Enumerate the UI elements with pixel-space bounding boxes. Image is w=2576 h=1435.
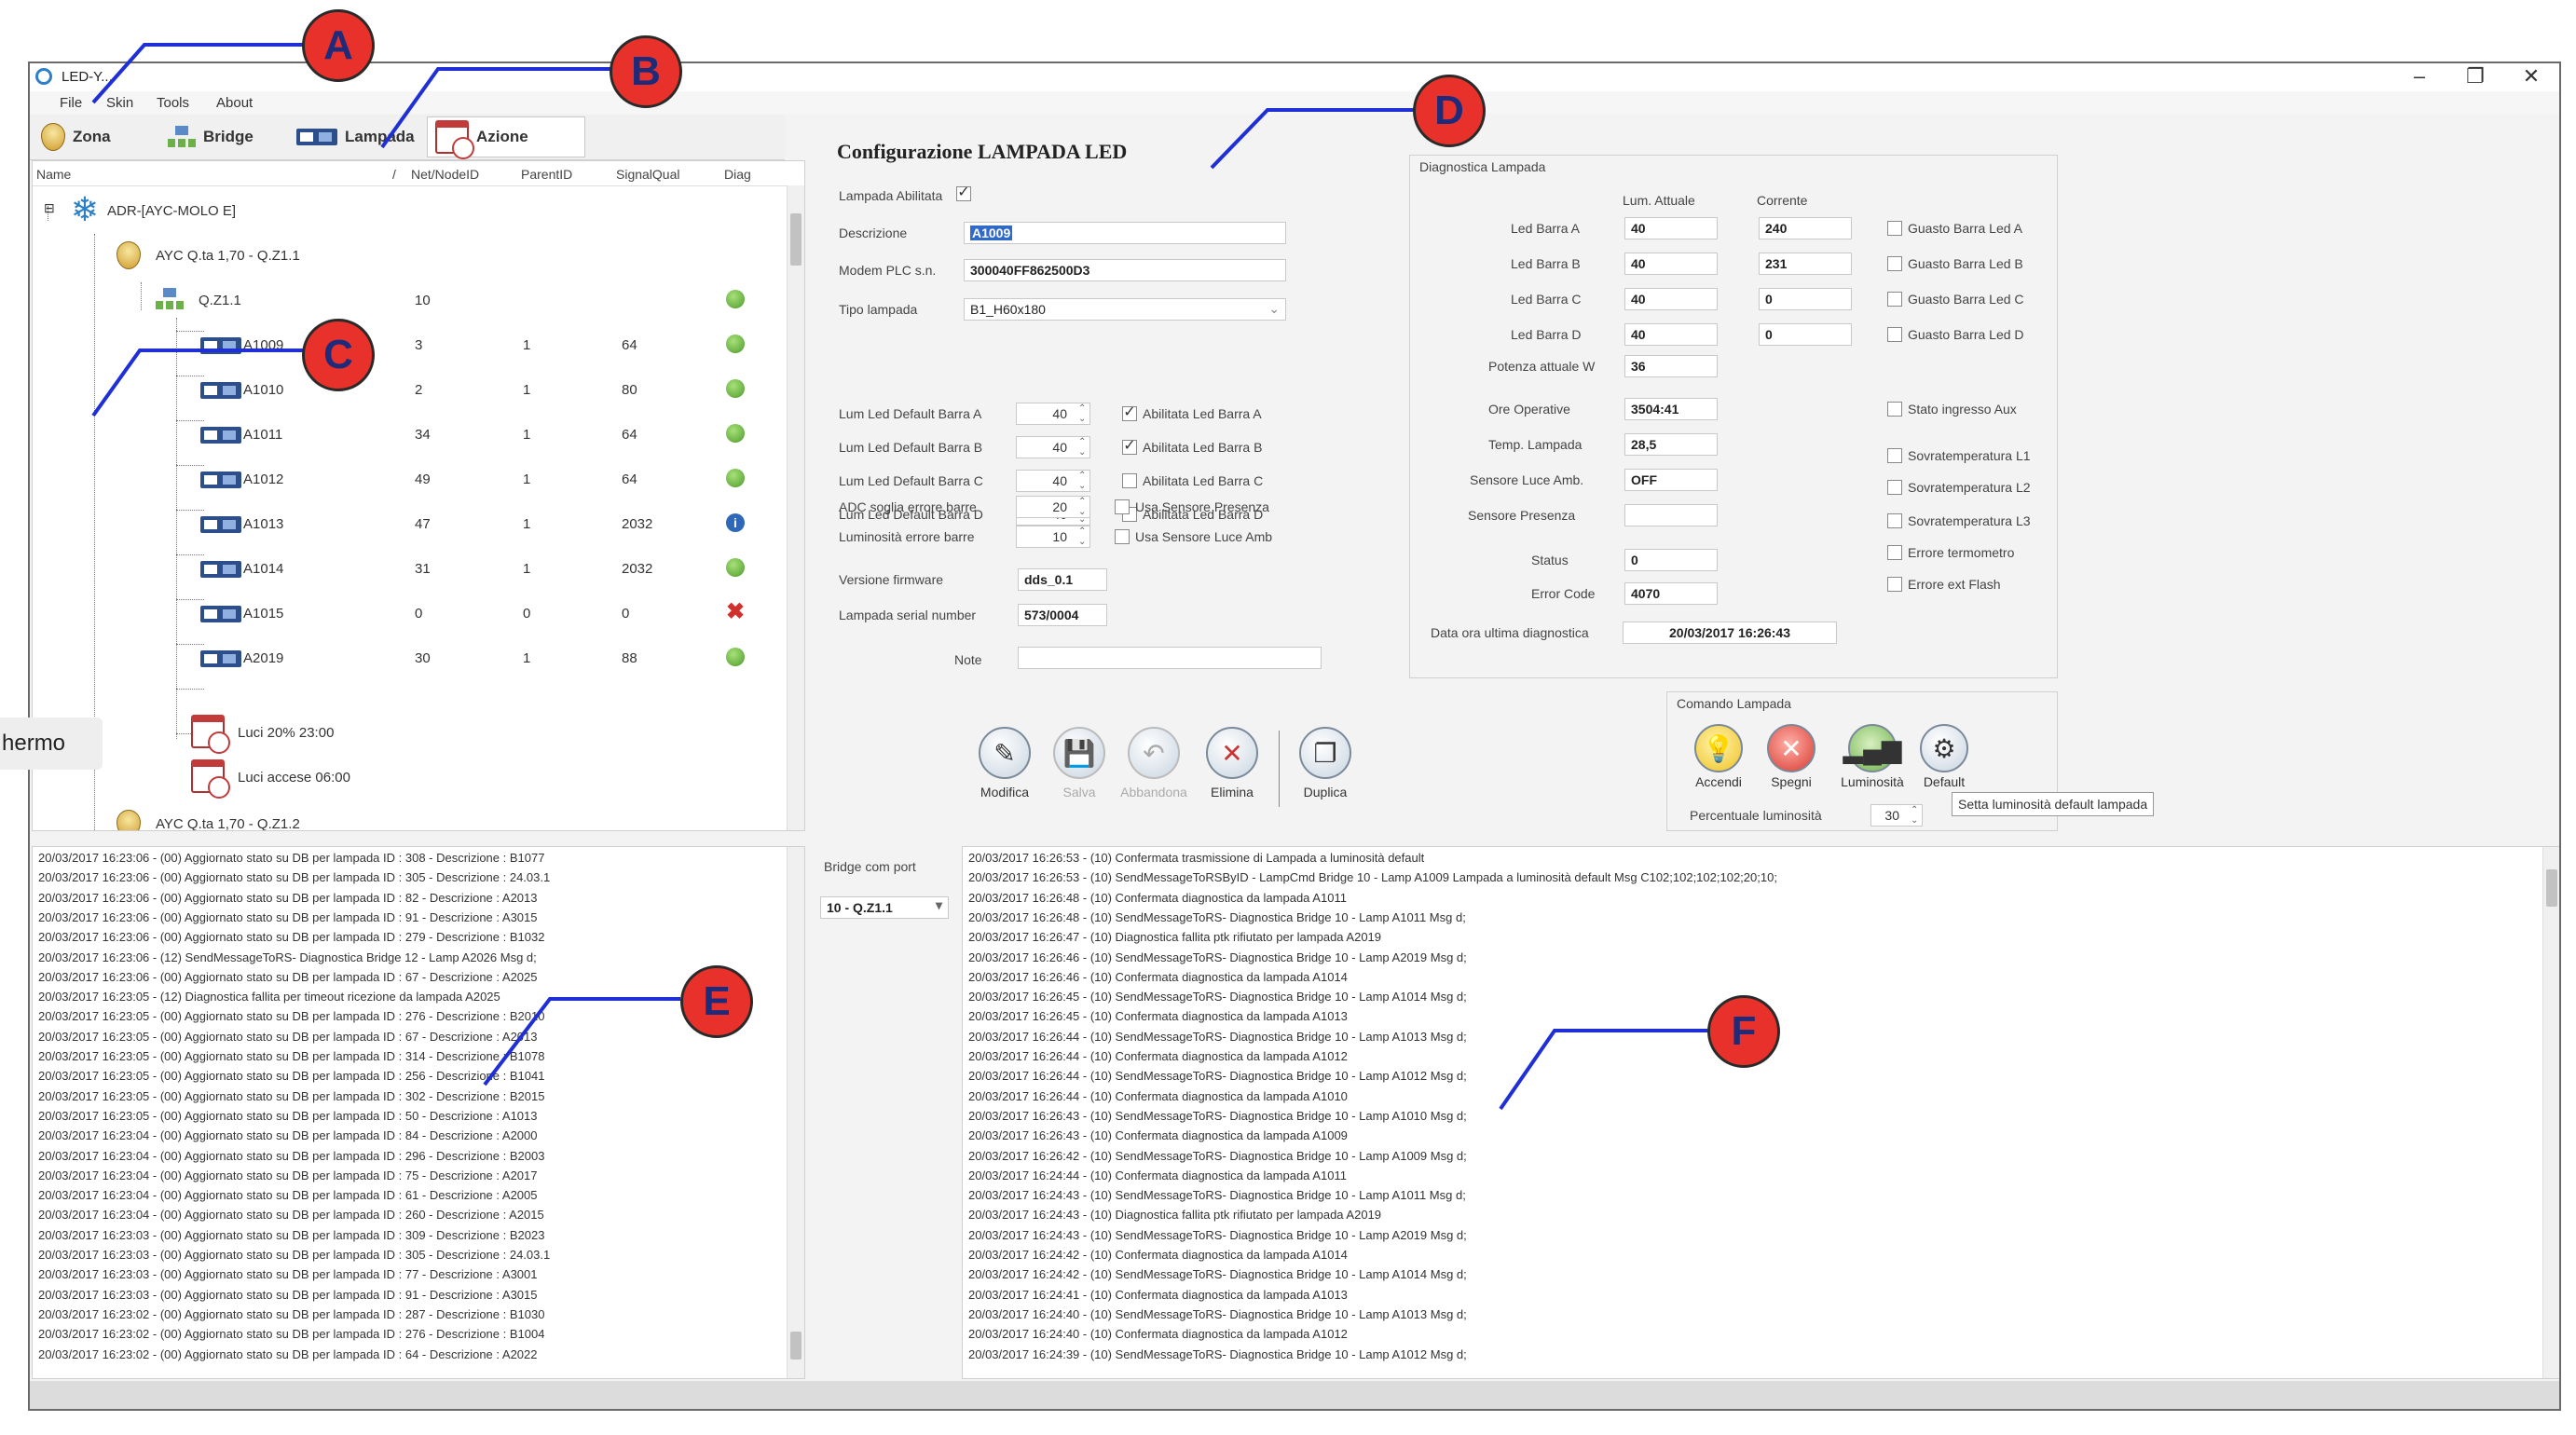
arrow-c: [91, 348, 303, 417]
arrow-e: [483, 997, 680, 1086]
callout-f: F: [1707, 995, 1780, 1068]
callout-b: B: [610, 35, 682, 108]
callout-e: E: [680, 965, 753, 1038]
arrow-f: [1499, 1029, 1707, 1111]
callout-d: D: [1413, 75, 1486, 147]
arrow-b: [380, 67, 610, 149]
arrow-a: [91, 43, 303, 104]
annotation-arrows: [91, 43, 1707, 1111]
arrow-d: [1210, 108, 1415, 170]
callout-c: C: [302, 319, 375, 391]
callout-a: A: [302, 9, 375, 82]
